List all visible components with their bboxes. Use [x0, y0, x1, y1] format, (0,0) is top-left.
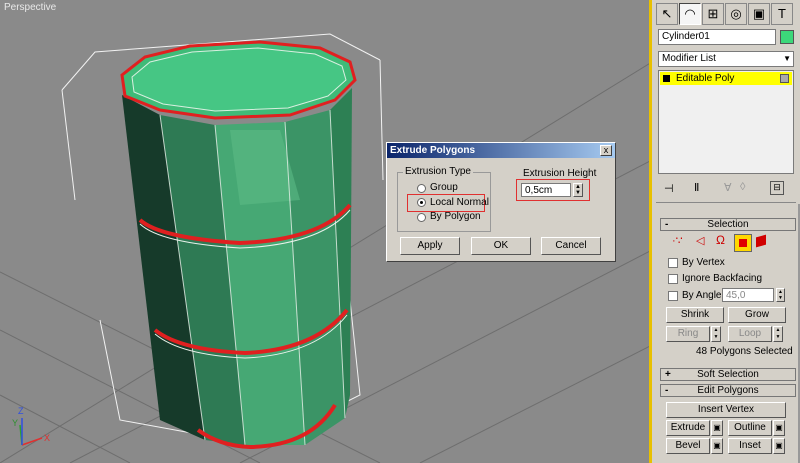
outline-settings-icon[interactable]: ▣ [773, 420, 785, 436]
stack-item-editable-poly[interactable]: Editable Poly [660, 72, 792, 85]
radio-by-polygon-label: By Polygon [430, 211, 481, 222]
angle-spinner-icon[interactable]: ▲ ▼ [776, 288, 785, 302]
border-mode-icon[interactable]: Ω [716, 233, 725, 247]
radio-local-normal[interactable] [417, 198, 426, 207]
display-tab-icon[interactable]: ▣ [748, 3, 770, 25]
divider [656, 202, 796, 203]
command-panel: ↖ ◠ ⊞ ◎ ▣ T Cylinder01 Modifier List ▼ E… [652, 0, 800, 463]
inset-button[interactable]: Inset [728, 438, 772, 454]
modify-tab-icon[interactable]: ◠ [679, 3, 701, 25]
shrink-button[interactable]: Shrink [666, 307, 724, 323]
axis-x-label: X [44, 433, 51, 443]
close-icon[interactable]: x [600, 145, 612, 156]
show-end-result-icon[interactable]: Ⅱ [694, 181, 699, 194]
stack-item-label: Editable Poly [676, 73, 735, 84]
cancel-button[interactable]: Cancel [541, 237, 601, 255]
by-angle-checkbox[interactable] [668, 291, 678, 301]
axis-z-label: Z [18, 406, 24, 416]
configure-sets-icon[interactable]: ⊟ [770, 181, 784, 195]
extrude-polygons-dialog: Extrude Polygons x Extrusion Type Group … [386, 142, 616, 262]
radio-group[interactable] [417, 184, 426, 193]
by-angle-label: By Angle: [682, 290, 725, 301]
loop-spinner-icon[interactable]: ▲ ▼ [773, 326, 783, 342]
insert-vertex-button[interactable]: Insert Vertex [666, 402, 786, 418]
expand-icon[interactable] [663, 75, 670, 82]
radio-group-label: Group [430, 182, 458, 193]
vertex-mode-icon[interactable]: ·∵ [672, 234, 683, 247]
collapse-icon: - [665, 385, 669, 396]
polygon-mode-button[interactable] [734, 234, 752, 252]
bevel-button[interactable]: Bevel [666, 438, 710, 454]
axis-y-label: Y [12, 418, 19, 428]
utilities-tab-icon[interactable]: T [771, 3, 793, 25]
inset-settings-icon[interactable]: ▣ [773, 438, 785, 454]
loop-button[interactable]: Loop [728, 326, 772, 342]
edit-polygons-rollout-header[interactable]: - Edit Polygons [660, 384, 796, 397]
axis-tripod [19, 418, 43, 446]
selection-rollout-header[interactable]: - Selection [660, 218, 796, 231]
viewport-label[interactable]: Perspective [4, 2, 56, 13]
extrusion-type-label: Extrusion Type [403, 166, 473, 177]
spinner-arrows-icon[interactable]: ▲ ▼ [573, 183, 583, 197]
radio-local-normal-label: Local Normal [430, 197, 489, 208]
soft-selection-rollout-header[interactable]: + Soft Selection [660, 368, 796, 381]
object-color-swatch[interactable] [780, 30, 794, 44]
collapse-icon: - [665, 219, 669, 230]
ring-spinner-icon[interactable]: ▲ ▼ [711, 326, 721, 342]
by-vertex-checkbox[interactable] [668, 258, 678, 268]
ignore-backfacing-checkbox[interactable] [668, 274, 678, 284]
modifier-list-dropdown[interactable]: Modifier List ▼ [658, 51, 794, 67]
dialog-title[interactable]: Extrude Polygons [387, 143, 615, 158]
extrude-settings-icon[interactable]: ▣ [711, 420, 723, 436]
soft-selection-title: Soft Selection [697, 369, 759, 380]
hierarchy-tab-icon[interactable]: ⊞ [702, 3, 724, 25]
apply-button[interactable]: Apply [400, 237, 460, 255]
modifier-stack: Editable Poly [658, 70, 794, 174]
make-unique-icon[interactable]: ∀ [724, 181, 732, 194]
by-vertex-label: By Vertex [682, 257, 725, 268]
ignore-backfacing-label: Ignore Backfacing [682, 273, 763, 284]
bevel-settings-icon[interactable]: ▣ [711, 438, 723, 454]
angle-input[interactable]: 45,0 [722, 288, 774, 302]
extrusion-height-input[interactable]: 0,5cm [521, 183, 571, 197]
chevron-down-icon[interactable]: ▼ [783, 52, 791, 66]
ring-button[interactable]: Ring [666, 326, 710, 342]
selection-status: 48 Polygons Selected [696, 346, 793, 357]
edit-polygons-title: Edit Polygons [697, 385, 759, 396]
stack-item-toggle[interactable] [780, 74, 789, 83]
extrude-button[interactable]: Extrude [666, 420, 710, 436]
cylinder-mesh[interactable] [120, 40, 357, 450]
selection-title: Selection [707, 219, 749, 230]
grow-button[interactable]: Grow [728, 307, 786, 323]
edge-mode-icon[interactable]: ◁ [696, 234, 704, 247]
motion-tab-icon[interactable]: ◎ [725, 3, 747, 25]
remove-modifier-icon[interactable]: ◊ [740, 181, 745, 193]
ok-button[interactable]: OK [471, 237, 531, 255]
pin-stack-icon[interactable]: ⊣ [664, 182, 674, 195]
object-name-input[interactable]: Cylinder01 [658, 29, 776, 45]
expand-icon: + [665, 369, 671, 380]
radio-by-polygon[interactable] [417, 213, 426, 222]
outline-button[interactable]: Outline [728, 420, 772, 436]
polygon-mode-icon [739, 239, 747, 247]
extrusion-height-label: Extrusion Height [523, 168, 597, 179]
element-mode-icon[interactable] [756, 234, 766, 248]
create-tab-icon[interactable]: ↖ [656, 3, 678, 25]
modifier-list-label: Modifier List [662, 53, 716, 64]
